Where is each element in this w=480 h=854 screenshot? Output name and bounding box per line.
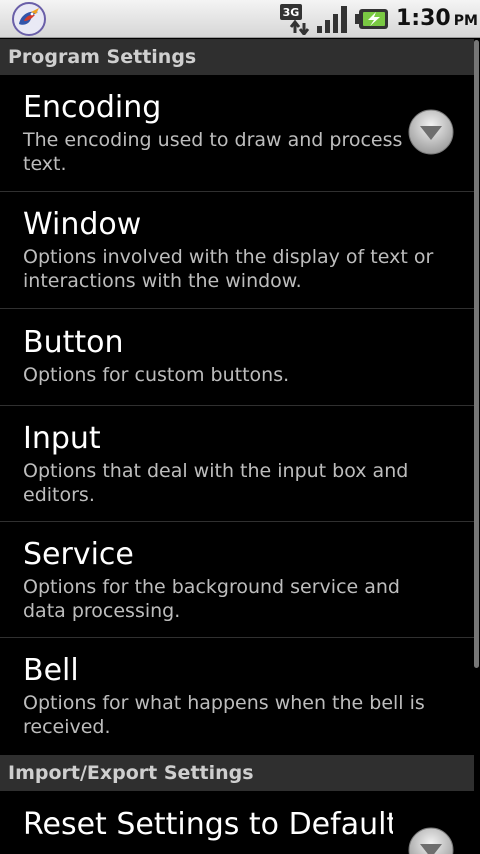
pref-item-service[interactable]: Service Options for the background servi… xyxy=(0,523,474,638)
pref-item-input[interactable]: Input Options that deal with the input b… xyxy=(0,407,474,522)
clock-time: 1:30 xyxy=(396,6,451,31)
status-clock: 1:30 PM xyxy=(396,4,478,34)
pref-summary-window: Options involved with the display of tex… xyxy=(23,246,434,292)
network-3g-icon: 3G xyxy=(280,4,310,35)
battery-charging-icon xyxy=(355,9,388,29)
pref-summary-bell: Options for what happens when the bell i… xyxy=(23,692,425,738)
pref-title-bell: Bell xyxy=(23,653,79,688)
signal-bars-icon xyxy=(317,6,347,33)
pref-summary-encoding: The encoding used to draw and process te… xyxy=(23,129,403,175)
pref-summary-input: Options that deal with the input box and… xyxy=(23,460,409,506)
dropdown-arrow-icon[interactable] xyxy=(408,109,454,155)
pref-item-window[interactable]: Window Options involved with the display… xyxy=(0,193,474,309)
pref-title-window: Window xyxy=(23,207,142,242)
pref-title-reset-defaults: Reset Settings to Defaults xyxy=(23,808,393,842)
dropdown-arrow-icon[interactable] xyxy=(408,827,454,854)
pref-item-button[interactable]: Button Options for custom buttons. xyxy=(0,310,474,406)
scrollbar[interactable] xyxy=(474,40,479,668)
section-header-program-settings: Program Settings xyxy=(0,39,474,75)
pref-item-reset-defaults[interactable]: Reset Settings to Defaults xyxy=(0,791,474,854)
pref-item-bell[interactable]: Bell Options for what happens when the b… xyxy=(0,639,474,755)
pref-title-button: Button xyxy=(23,325,124,360)
pref-title-encoding: Encoding xyxy=(23,90,162,125)
pref-item-encoding[interactable]: Encoding The encoding used to draw and p… xyxy=(0,75,474,192)
app-bird-icon xyxy=(12,2,46,36)
network-type-label: 3G xyxy=(283,6,300,19)
pref-summary-service: Options for the background service and d… xyxy=(23,576,400,622)
pref-summary-button: Options for custom buttons. xyxy=(23,364,290,386)
pref-title-input: Input xyxy=(23,421,101,456)
clock-ampm: PM xyxy=(453,13,478,29)
section-header-import-export-settings: Import/Export Settings xyxy=(0,755,474,791)
status-bar: 3G 1:30 PM xyxy=(0,0,480,38)
pref-title-service: Service xyxy=(23,537,134,572)
